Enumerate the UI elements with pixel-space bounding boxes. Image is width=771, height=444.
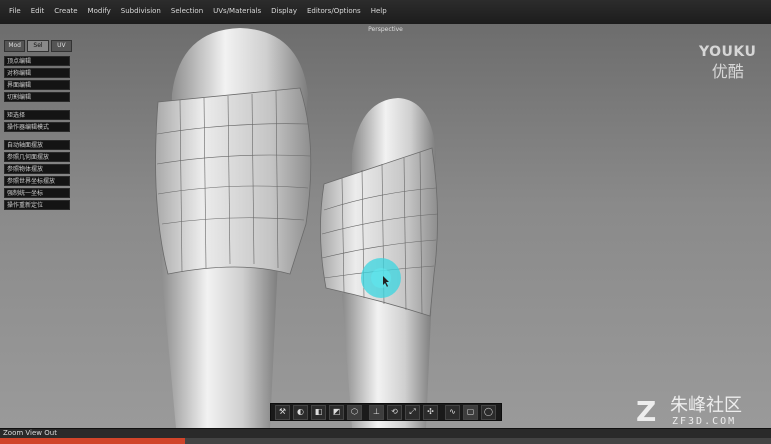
youku-watermark: YOUKU 优酷 — [699, 44, 756, 82]
panel-group-placement: 自动轴面摆放 参照几何面摆放 参照物体摆放 参照世界坐标摆放 强制统一坐标 操作重新定位 — [4, 140, 72, 210]
panel-button[interactable]: 参照世界坐标摆放 — [4, 176, 70, 186]
rotate-gizmo-icon[interactable]: ⟲ — [387, 404, 402, 420]
bottom-toolbar: ⚒ ◐ ◧ ◩ ⬡ ⊥ ⟲ ⤢ ✣ ∿ ▢ ◯ — [270, 403, 502, 421]
menu-item-create[interactable]: Create — [49, 6, 82, 16]
status-progress-track — [185, 438, 771, 444]
menu-item-selection[interactable]: Selection — [166, 6, 208, 16]
curve-icon[interactable]: ∿ — [445, 404, 460, 420]
panel-button[interactable]: 自动轴面摆放 — [4, 140, 70, 150]
tab-sel[interactable]: Sel — [27, 40, 49, 52]
zf3d-watermark-en: ZF3D.COM — [672, 416, 737, 427]
panel-button[interactable]: 对称编辑 — [4, 68, 70, 78]
menu-item-modify[interactable]: Modify — [83, 6, 116, 16]
tool-panel: Mod Sel UV 顶点编辑对称编辑界面编辑切割编辑 矩选择操作器编辑模式 自… — [4, 40, 72, 218]
status-bar: Zoom View Out — [0, 428, 771, 444]
sculpt-icon[interactable]: ⚒ — [275, 404, 290, 420]
panel-button[interactable]: 顶点编辑 — [4, 56, 70, 66]
panel-group-edit: 顶点编辑对称编辑界面编辑切割编辑 — [4, 56, 72, 102]
zf3d-watermark-cn: 朱峰社区 — [670, 395, 742, 416]
model-render — [155, 28, 439, 428]
status-progress-bar — [0, 438, 186, 444]
panel-button[interactable]: 界面编辑 — [4, 80, 70, 90]
menu-item-editors-options[interactable]: Editors/Options — [302, 6, 366, 16]
move-gizmo-icon[interactable]: ⊥ — [369, 404, 384, 420]
menu-item-subdivision[interactable]: Subdivision — [116, 6, 166, 16]
panel-group-select: 矩选择操作器编辑模式 — [4, 110, 72, 132]
universal-gizmo-icon[interactable]: ✣ — [423, 404, 438, 420]
panel-button[interactable]: 矩选择 — [4, 110, 70, 120]
status-text: Zoom View Out — [3, 429, 57, 437]
panel-button[interactable]: 操作器编辑模式 — [4, 122, 70, 132]
scale-gizmo-icon[interactable]: ⤢ — [405, 404, 420, 420]
shaded-cube-icon[interactable]: ◩ — [329, 404, 344, 420]
panel-button[interactable]: 切割编辑 — [4, 92, 70, 102]
viewport-label: Perspective — [368, 26, 403, 33]
square-icon[interactable]: ▢ — [463, 404, 478, 420]
panel-tabs: Mod Sel UV — [4, 40, 72, 52]
smooth-icon[interactable]: ◐ — [293, 404, 308, 420]
menu-item-help[interactable]: Help — [366, 6, 392, 16]
viewport-perspective[interactable]: Perspective YOUKU 优酷 — [0, 24, 771, 428]
panel-button[interactable]: 参照物体摆放 — [4, 164, 70, 174]
menu-item-uvs-materials[interactable]: UVs/Materials — [208, 6, 266, 16]
panel-button[interactable]: 参照几何面摆放 — [4, 152, 70, 162]
lasso-icon[interactable]: ◯ — [481, 404, 496, 420]
youku-watermark-cn: 优酷 — [711, 62, 744, 81]
menu-item-file[interactable]: File — [4, 6, 26, 16]
panel-button[interactable]: 操作重新定位 — [4, 200, 70, 210]
menu-item-display[interactable]: Display — [266, 6, 302, 16]
menu-item-edit[interactable]: Edit — [26, 6, 50, 16]
tab-uv[interactable]: UV — [50, 40, 72, 52]
wire-cube-icon[interactable]: ⬡ — [347, 404, 362, 420]
flat-shade-icon[interactable]: ◧ — [311, 404, 326, 420]
zf3d-logo-icon: Z — [636, 395, 657, 428]
menu-bar: File Edit Create Modify Subdivision Selection… — [0, 0, 771, 25]
panel-button[interactable]: 强制统一坐标 — [4, 188, 70, 198]
tab-mod[interactable]: Mod — [4, 40, 26, 52]
